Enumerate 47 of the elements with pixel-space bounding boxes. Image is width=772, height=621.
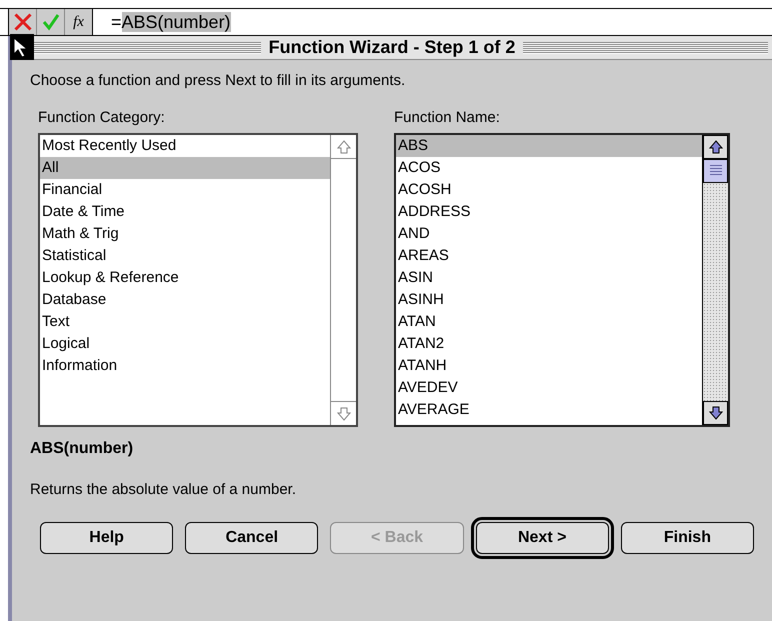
list-item[interactable]: Date & Time (40, 201, 330, 223)
close-icon (14, 13, 32, 31)
cancel-button[interactable] (9, 9, 37, 35)
formula-text: =ABS(number) (111, 10, 231, 34)
scroll-thumb[interactable] (703, 159, 728, 183)
list-item[interactable]: ATAN2 (396, 333, 702, 355)
up-arrow-icon (708, 139, 724, 155)
dialog-button[interactable]: Cancel (185, 522, 318, 554)
list-label: Function Category: (38, 108, 166, 128)
dialog-button[interactable]: Help (40, 522, 174, 554)
list-item[interactable]: AREAS (396, 245, 702, 267)
scroll-down-button[interactable] (703, 401, 728, 425)
list-item[interactable]: ADDRESS (396, 201, 702, 223)
list-item[interactable]: Statistical (40, 245, 330, 267)
list-item[interactable]: Math & Trig (40, 223, 330, 245)
list-item[interactable]: ACOSH (396, 179, 702, 201)
list-item[interactable]: Logical (40, 333, 330, 355)
formula-field[interactable]: =ABS(number) (93, 9, 772, 35)
list-item[interactable]: ABS (396, 135, 702, 157)
list-item[interactable]: Text (40, 311, 330, 333)
list-item[interactable]: All (40, 157, 330, 179)
list-label: Function Name: (394, 108, 501, 128)
function-description: Returns the absolute value of a number. (30, 480, 298, 500)
window-title: Function Wizard - Step 1 of 2 (268, 36, 516, 59)
list-item[interactable]: Information (40, 355, 330, 377)
instruction-text: Choose a function and press Next to fill in its arguments. (30, 71, 406, 91)
list-item[interactable]: ASINH (396, 289, 702, 311)
list-item[interactable]: Lookup & Reference (40, 267, 330, 289)
list-item[interactable]: ASIN (396, 267, 702, 289)
list-item[interactable]: AND (396, 223, 702, 245)
scrollbar[interactable] (702, 135, 728, 425)
list-item[interactable]: ACOS (396, 157, 702, 179)
list-item[interactable]: ATAN (396, 311, 702, 333)
list-item[interactable]: Financial (40, 179, 330, 201)
list-item[interactable]: ATANH (396, 355, 702, 377)
list-item[interactable]: Most Recently Used (40, 135, 330, 157)
down-arrow-icon (708, 405, 724, 421)
list-item[interactable]: AVEDEV (396, 377, 702, 399)
list-item[interactable]: Database (40, 289, 330, 311)
dialog-button[interactable]: Finish (620, 522, 754, 554)
list-item[interactable]: AVERAGE (396, 399, 702, 421)
function-signature: ABS(number) (30, 439, 134, 459)
down-arrow-icon (336, 406, 352, 422)
checkmark-icon (42, 13, 60, 31)
up-arrow-icon (336, 138, 352, 154)
function-button[interactable]: fx (65, 9, 93, 35)
scroll-up-button[interactable] (703, 135, 728, 159)
